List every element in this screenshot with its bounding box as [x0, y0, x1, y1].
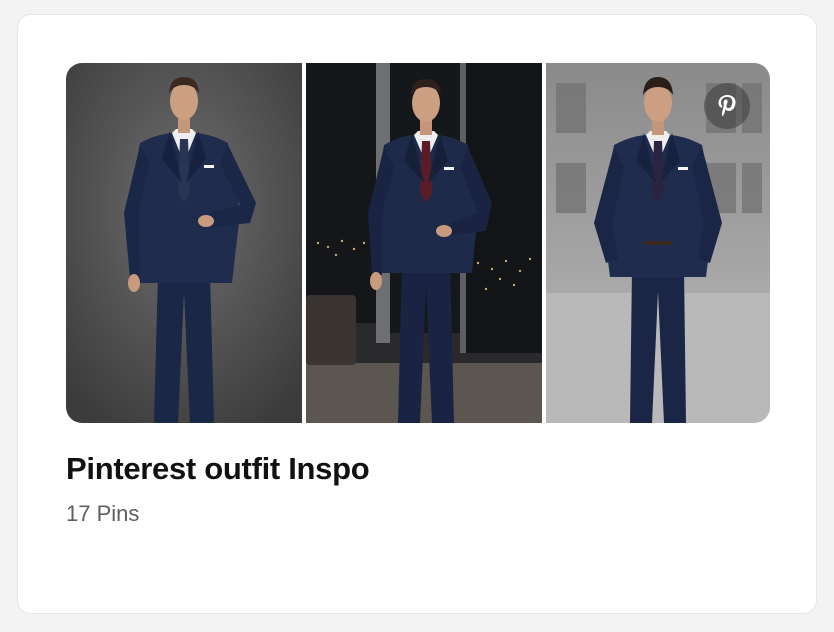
board-cover-collage[interactable]	[66, 63, 770, 423]
cover-image-1	[66, 63, 302, 423]
pinterest-icon	[704, 83, 750, 129]
board-title[interactable]: Pinterest outfit Inspo	[66, 451, 370, 487]
board-card[interactable]: Pinterest outfit Inspo 17 Pins	[17, 14, 817, 614]
cover-image-2	[306, 63, 542, 423]
cover-image-3	[546, 63, 770, 423]
pin-count: 17 Pins	[66, 501, 140, 526]
